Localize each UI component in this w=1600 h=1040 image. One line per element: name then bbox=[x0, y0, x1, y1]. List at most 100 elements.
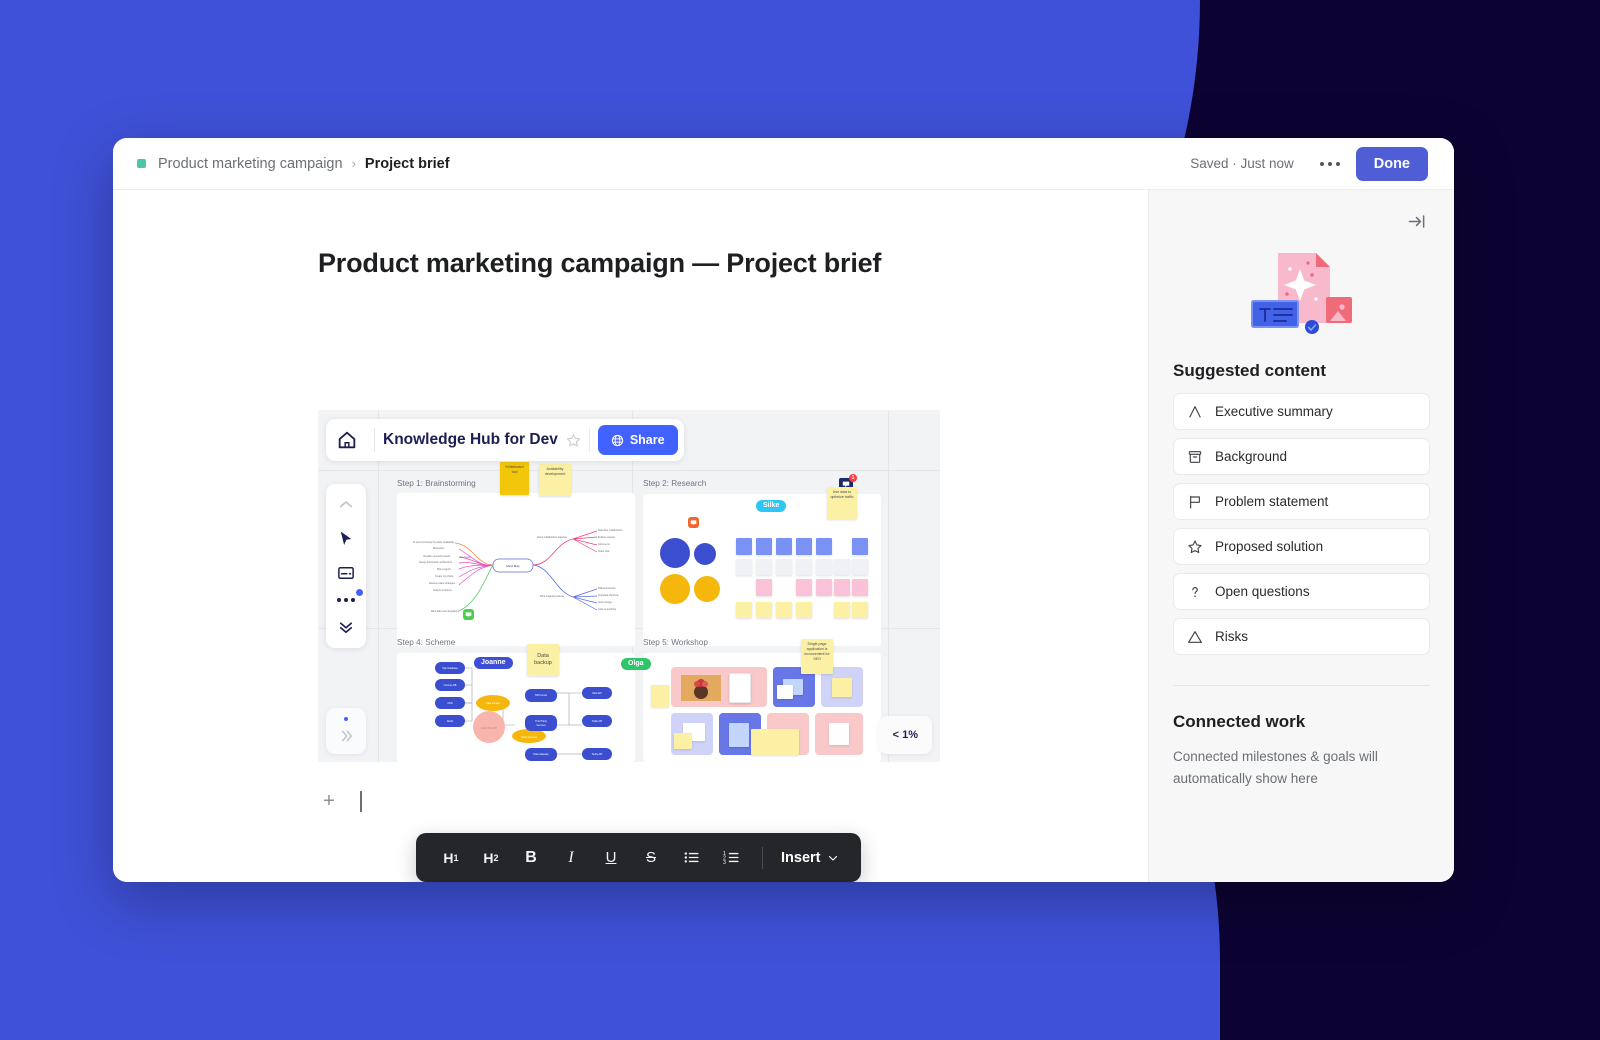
panel-divider bbox=[1173, 685, 1430, 686]
suggestion-executive-summary[interactable]: Executive summary bbox=[1173, 393, 1430, 430]
more-options-button[interactable] bbox=[1316, 156, 1344, 172]
suggestion-problem-statement[interactable]: Problem statement bbox=[1173, 483, 1430, 520]
sticky-note[interactable]: Whiteboard tool bbox=[500, 462, 529, 495]
sticky-note[interactable] bbox=[796, 538, 812, 555]
sticky-note[interactable] bbox=[852, 602, 868, 618]
sticky-note[interactable] bbox=[834, 579, 850, 596]
svg-text:Mind Map: Mind Map bbox=[506, 564, 520, 568]
sticky-note[interactable] bbox=[756, 579, 772, 596]
strikethrough-button[interactable]: S bbox=[634, 841, 668, 875]
suggestion-proposed-solution[interactable]: Proposed solution bbox=[1173, 528, 1430, 565]
italic-button[interactable]: I bbox=[554, 841, 588, 875]
insert-button[interactable]: Insert bbox=[777, 850, 843, 866]
done-button[interactable]: Done bbox=[1355, 146, 1428, 181]
dot-icon bbox=[344, 598, 348, 602]
svg-text:Links to anything: Links to anything bbox=[598, 608, 617, 611]
workshop-note[interactable] bbox=[729, 723, 749, 747]
sticky-note[interactable] bbox=[852, 579, 868, 596]
sticky-note[interactable] bbox=[852, 538, 868, 555]
suggestion-risks[interactable]: Risks bbox=[1173, 618, 1430, 655]
suggestion-open-questions[interactable]: Open questions bbox=[1173, 573, 1430, 610]
sticky-note[interactable] bbox=[756, 559, 772, 575]
sticky-note-text: Whiteboard tool bbox=[505, 465, 524, 474]
sticky-note[interactable] bbox=[834, 559, 850, 575]
sticky-note[interactable] bbox=[852, 559, 868, 575]
chevron-double-down-icon[interactable] bbox=[337, 618, 355, 636]
sticky-note[interactable] bbox=[834, 602, 850, 618]
comment-marker-green[interactable] bbox=[463, 609, 474, 620]
share-button[interactable]: Share bbox=[597, 425, 678, 455]
connected-work-body: Connected milestones & goals will automa… bbox=[1173, 749, 1378, 786]
sticky-note[interactable] bbox=[796, 559, 812, 575]
svg-text:Third Party: Third Party bbox=[535, 720, 547, 723]
page-title: Product marketing campaign — Project bri… bbox=[318, 248, 882, 278]
breadcrumb-parent[interactable]: Product marketing campaign bbox=[158, 156, 343, 172]
top-bar: Product marketing campaign › Project bri… bbox=[113, 138, 1454, 190]
add-block-button[interactable]: + bbox=[318, 790, 340, 812]
dot-icon bbox=[351, 598, 355, 602]
workshop-note[interactable] bbox=[832, 678, 852, 697]
sticky-note[interactable] bbox=[736, 538, 752, 555]
select-cursor-icon[interactable] bbox=[337, 530, 355, 548]
svg-text:Endless canvas: Endless canvas bbox=[598, 536, 616, 539]
chevron-up-icon[interactable] bbox=[337, 496, 355, 514]
sticky-note[interactable] bbox=[736, 559, 752, 575]
collaborator-label-silke: Silke bbox=[756, 500, 787, 512]
bulleted-list-icon bbox=[684, 852, 699, 863]
frame-workshop[interactable] bbox=[643, 653, 881, 762]
zoom-level-indicator[interactable]: < 1% bbox=[878, 716, 932, 754]
sticky-note[interactable] bbox=[796, 579, 812, 596]
board-title[interactable]: Knowledge Hub for Dev bbox=[383, 431, 558, 449]
more-tools-button[interactable] bbox=[337, 589, 363, 602]
sticky-note[interactable] bbox=[816, 559, 832, 575]
workshop-note[interactable] bbox=[777, 685, 793, 699]
sticky-note[interactable]: Data backup bbox=[527, 644, 559, 676]
svg-text:Real-time collaboration: Real-time collaboration bbox=[598, 529, 623, 532]
sticky-note[interactable]: Single page application is inconvenient … bbox=[801, 639, 833, 674]
frame-scheme[interactable]: SQL Database Cosmos DB CDN Redis Data st… bbox=[397, 653, 635, 762]
diagram-circle bbox=[694, 576, 720, 602]
workshop-note[interactable] bbox=[651, 685, 669, 707]
star-icon bbox=[1188, 539, 1202, 553]
comment-icon bbox=[465, 612, 472, 618]
frame-brainstorming[interactable]: Mind Map AI users browsing the plans Ava… bbox=[397, 493, 635, 646]
comment-marker-orange[interactable] bbox=[688, 517, 699, 528]
star-icon[interactable] bbox=[566, 433, 581, 448]
svg-text:Data processor: Data processor bbox=[521, 736, 537, 739]
home-icon[interactable] bbox=[336, 429, 358, 451]
project-color-dot bbox=[137, 159, 146, 168]
sticky-note[interactable] bbox=[756, 602, 772, 618]
suggested-content-heading: Suggested content bbox=[1173, 361, 1327, 380]
sticky-note[interactable] bbox=[816, 538, 832, 555]
sticky-note[interactable] bbox=[776, 559, 792, 575]
bulleted-list-button[interactable] bbox=[674, 841, 708, 875]
embedded-whiteboard[interactable]: Step 1: Brainstorming Mind Map AI users … bbox=[318, 410, 940, 762]
suggestion-background[interactable]: Background bbox=[1173, 438, 1430, 475]
workshop-note[interactable] bbox=[829, 723, 849, 745]
sticky-note[interactable] bbox=[736, 602, 752, 618]
svg-text:Redis: Redis bbox=[447, 720, 454, 723]
bold-button[interactable]: B bbox=[514, 841, 548, 875]
heading-1-button[interactable]: H1 bbox=[434, 841, 468, 875]
sticky-note[interactable] bbox=[816, 579, 832, 596]
saved-status: Saved · Just now bbox=[1190, 156, 1294, 171]
side-panel: Suggested content Executive summary Back… bbox=[1148, 190, 1454, 882]
workshop-note[interactable] bbox=[674, 733, 692, 749]
sticky-note[interactable] bbox=[796, 602, 812, 618]
sticky-note[interactable]: Use data to optimize traffic bbox=[827, 487, 857, 519]
underline-button[interactable]: U bbox=[594, 841, 628, 875]
chevron-double-right-icon[interactable] bbox=[338, 728, 354, 744]
card-frame-icon[interactable] bbox=[337, 564, 355, 582]
workshop-note[interactable] bbox=[729, 673, 751, 703]
sticky-note[interactable] bbox=[776, 538, 792, 555]
board-grid-line bbox=[378, 410, 379, 762]
svg-text:Availability: Availability bbox=[443, 541, 455, 544]
sticky-note[interactable] bbox=[756, 538, 772, 555]
sticky-note[interactable] bbox=[776, 602, 792, 618]
numbered-list-button[interactable]: 1 2 3 bbox=[714, 841, 748, 875]
workshop-note[interactable] bbox=[751, 729, 799, 755]
dot-icon bbox=[1335, 161, 1340, 166]
collapse-panel-button[interactable] bbox=[1403, 208, 1430, 235]
sticky-note[interactable]: Availability development bbox=[539, 464, 571, 496]
heading-2-button[interactable]: H2 bbox=[474, 841, 508, 875]
